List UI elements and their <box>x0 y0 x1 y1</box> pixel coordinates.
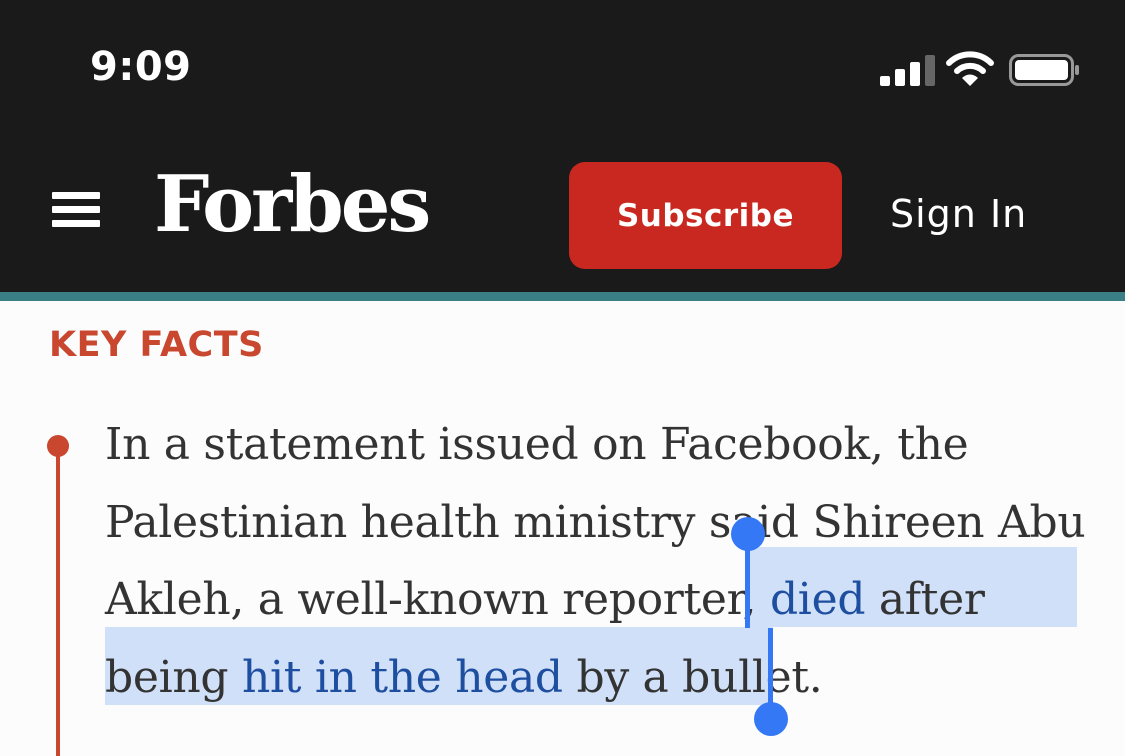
site-header: Forbes Subscribe Sign In <box>0 140 1125 292</box>
section-label: KEY FACTS <box>49 325 264 365</box>
key-fact-paragraph[interactable]: In a statement issued on Facebook, the P… <box>105 406 1105 716</box>
paragraph-text: being <box>105 651 242 703</box>
status-bar: 9:09 <box>0 0 1125 140</box>
sign-in-link[interactable]: Sign In <box>890 192 1027 236</box>
forbes-logo[interactable]: Forbes <box>154 158 431 252</box>
article-link-hit-in-the-head[interactable]: hit in the head <box>242 652 563 703</box>
hamburger-menu-icon[interactable] <box>52 192 102 228</box>
paragraph-text: by a bullet. <box>562 651 823 703</box>
subscribe-button[interactable]: Subscribe <box>569 162 842 269</box>
paragraph-line: In a statement issued on Facebook, the <box>105 419 969 470</box>
paragraph-text: Akleh, a well-known reporter, <box>105 574 770 625</box>
paragraph-line: Palestinian health ministry said Shireen… <box>105 496 1086 548</box>
bullet-dot <box>47 435 69 457</box>
header-accent-bar <box>0 292 1125 301</box>
paragraph-line: being hit in the head by a bullet. <box>105 639 1105 717</box>
paragraph-line: Akleh, a well-known reporter, died after <box>105 561 1105 639</box>
wifi-icon <box>946 51 994 86</box>
status-time: 9:09 <box>90 44 192 90</box>
signal-icon <box>880 52 938 86</box>
selection-start-caret <box>745 540 750 628</box>
bullet-timeline-line <box>56 446 60 756</box>
selection-end-handle[interactable] <box>754 702 788 736</box>
paragraph-text: after <box>865 574 985 625</box>
battery-icon <box>1009 54 1079 86</box>
article-link-died[interactable]: died <box>770 574 866 625</box>
